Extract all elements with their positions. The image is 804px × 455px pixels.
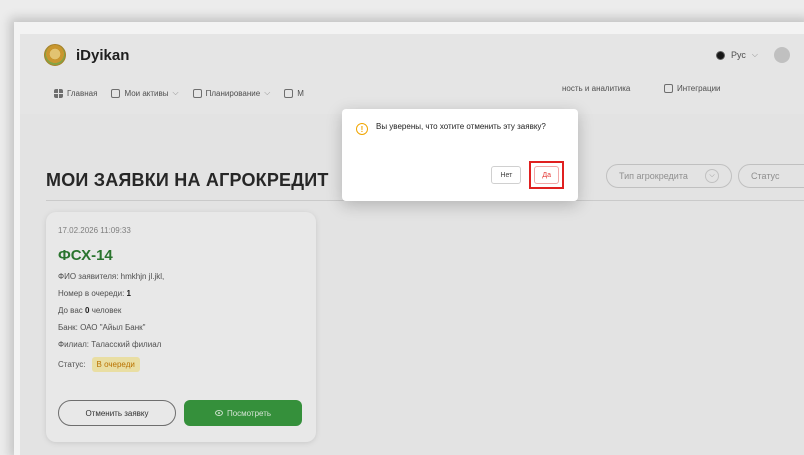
status-badge: В очереди bbox=[91, 357, 140, 372]
logo[interactable]: iDyikan bbox=[44, 44, 129, 66]
chevron-down-icon: ⌵ bbox=[172, 88, 179, 97]
confirm-dialog: ! Вы уверены, что хотите отменить эту за… bbox=[342, 109, 578, 201]
queue-row: Номер в очереди: 1 bbox=[58, 289, 304, 298]
cancel-application-label: Отменить заявку bbox=[85, 408, 149, 418]
logo-emblem-icon bbox=[44, 44, 66, 66]
dialog-actions: Нет Да bbox=[491, 161, 564, 189]
app-window: iDyikan Рус ⌵ Главная Мои активы ⌵ Плани… bbox=[20, 34, 804, 455]
dialog-head: ! Вы уверены, что хотите отменить эту за… bbox=[356, 121, 564, 135]
eye-icon bbox=[214, 410, 223, 416]
status-row: Статус: В очереди bbox=[58, 357, 304, 372]
queue-value: 1 bbox=[126, 289, 131, 298]
view-button[interactable]: Посмотреть bbox=[184, 400, 302, 426]
branch-row: Филиал: Таласский филиал bbox=[58, 340, 162, 349]
view-button-label: Посмотреть bbox=[226, 408, 272, 418]
language-label: Рус bbox=[731, 50, 746, 60]
nav-label-assets: Мои активы bbox=[124, 88, 169, 98]
status-filter[interactable]: Статус bbox=[738, 164, 804, 188]
grid-icon bbox=[54, 88, 63, 98]
flag-icon bbox=[716, 50, 726, 60]
queue-label: Номер в очереди: bbox=[58, 289, 127, 298]
nav-item-integrations[interactable]: Интеграции bbox=[664, 83, 721, 93]
bank-row: Банк: ОАО "Айыл Банк" bbox=[58, 323, 146, 332]
yes-button-highlight: Да bbox=[529, 161, 564, 189]
top-bar: iDyikan Рус ⌵ Главная Мои активы ⌵ Плани… bbox=[20, 34, 804, 114]
users-icon bbox=[284, 88, 294, 98]
nav-label-home: Главная bbox=[67, 88, 98, 98]
page-title: МОИ ЗАЯВКИ НА АГРОКРЕДИТ bbox=[46, 170, 329, 190]
nav-label-planning: Планирование bbox=[205, 88, 261, 98]
ahead-row: До вас 0 человек bbox=[58, 306, 304, 315]
filters: Тип агрокредита ⌵ Статус bbox=[606, 164, 804, 188]
card-title[interactable]: ФСХ-14 bbox=[58, 247, 304, 264]
no-button[interactable]: Нет bbox=[491, 166, 522, 184]
chevron-down-icon: ⌵ bbox=[264, 88, 271, 97]
warning-icon: ! bbox=[356, 123, 368, 135]
credit-type-placeholder: Тип агрокредита bbox=[619, 171, 688, 181]
yes-button[interactable]: Да bbox=[534, 166, 559, 184]
nav-label-partial: М bbox=[297, 88, 304, 98]
language-selector[interactable]: Рус ⌵ bbox=[716, 47, 790, 63]
nav-label-integrations: Интеграции bbox=[677, 83, 721, 93]
nav-item-analytics[interactable]: ность и аналитика bbox=[562, 84, 630, 93]
browser-frame: iDyikan Рус ⌵ Главная Мои активы ⌵ Плани… bbox=[14, 22, 804, 455]
chevron-down-icon: ⌵ bbox=[751, 50, 758, 59]
nav-item-assets[interactable]: Мои активы ⌵ bbox=[111, 88, 179, 98]
main-nav: Главная Мои активы ⌵ Планирование ⌵ М bbox=[54, 88, 304, 98]
nav-item-partial[interactable]: М bbox=[284, 88, 304, 98]
yes-button-label: Да bbox=[542, 171, 551, 179]
wallet-icon bbox=[111, 88, 121, 98]
applicant-row: ФИО заявителя: hmkhjn jl.jkl, bbox=[58, 272, 165, 281]
chevron-down-icon: ⌵ bbox=[705, 169, 719, 183]
credit-type-filter[interactable]: Тип агрокредита ⌵ bbox=[606, 164, 732, 188]
nav-item-planning[interactable]: Планирование ⌵ bbox=[192, 88, 271, 98]
ahead-suffix: человек bbox=[89, 306, 122, 315]
calendar-icon bbox=[192, 88, 202, 98]
dialog-message: Вы уверены, что хотите отменить эту заяв… bbox=[376, 122, 546, 131]
card-actions: Отменить заявку Посмотреть bbox=[58, 400, 302, 426]
profile-avatar[interactable] bbox=[774, 47, 790, 63]
status-label: Статус: bbox=[58, 360, 86, 369]
application-card: 17.02.2026 11:09:33 ФСХ-14 ФИО заявителя… bbox=[46, 212, 316, 442]
nav-label-analytics: ность и аналитика bbox=[562, 83, 631, 93]
app-name: iDyikan bbox=[76, 46, 130, 64]
integrations-icon bbox=[664, 83, 673, 93]
no-button-label: Нет bbox=[500, 171, 513, 179]
cancel-application-button[interactable]: Отменить заявку bbox=[58, 400, 176, 426]
status-placeholder: Статус bbox=[751, 171, 780, 181]
nav-item-home[interactable]: Главная bbox=[54, 88, 98, 98]
card-date: 17.02.2026 11:09:33 bbox=[58, 226, 131, 235]
ahead-prefix: До вас bbox=[58, 306, 86, 315]
